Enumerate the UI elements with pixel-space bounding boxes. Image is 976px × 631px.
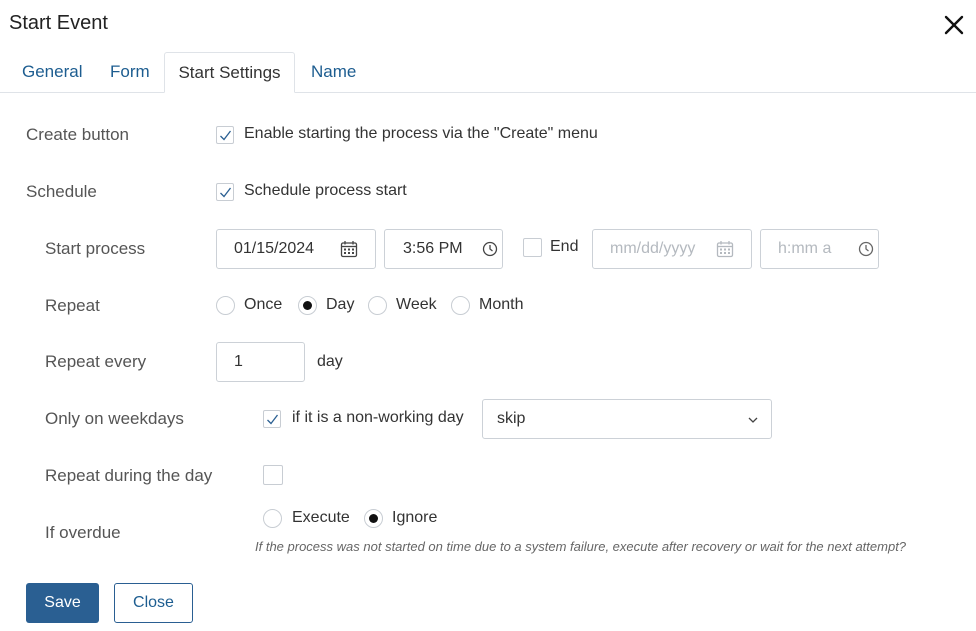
repeat-once-label: Once	[244, 296, 283, 313]
end-checkbox-label: End	[550, 238, 579, 255]
repeat-every-label: Repeat every	[45, 352, 147, 371]
save-button[interactable]: Save	[26, 583, 99, 623]
create-menu-checkbox-label: Enable starting the process via the "Cre…	[244, 125, 598, 142]
repeat-every-value: 1	[234, 353, 243, 370]
schedule-label: Schedule	[26, 182, 97, 201]
schedule-checkbox-label: Schedule process start	[244, 182, 407, 199]
create-menu-checkbox[interactable]	[216, 126, 234, 144]
tabs-divider	[0, 92, 976, 93]
start-date-value: 01/15/2024	[234, 240, 315, 257]
repeat-month-radio[interactable]	[451, 296, 470, 315]
repeat-day-label: Day	[326, 296, 355, 313]
repeat-day-radio[interactable]	[298, 296, 317, 315]
repeat-once-radio[interactable]	[216, 296, 235, 315]
calendar-icon[interactable]	[340, 240, 358, 263]
checkmark-icon	[267, 414, 279, 425]
end-time-input[interactable]: h:mm a	[760, 229, 879, 269]
start-date-input[interactable]: 01/15/2024	[216, 229, 376, 269]
repeat-label: Repeat	[45, 296, 100, 315]
start-process-label: Start process	[45, 239, 146, 258]
non-working-day-select-value: skip	[497, 410, 526, 427]
end-date-input[interactable]: mm/dd/yyyy	[592, 229, 752, 269]
overdue-execute-radio[interactable]	[263, 509, 282, 528]
calendar-icon[interactable]	[716, 240, 734, 263]
overdue-label: If overdue	[45, 523, 121, 542]
repeat-month-label: Month	[479, 296, 524, 313]
checkmark-icon	[220, 187, 232, 198]
repeat-during-day-label: Repeat during the day	[45, 466, 213, 485]
end-time-placeholder: h:mm a	[778, 240, 832, 257]
repeat-week-radio[interactable]	[368, 296, 387, 315]
start-time-input[interactable]: 3:56 PM	[384, 229, 503, 269]
non-working-day-checkbox[interactable]	[263, 410, 281, 428]
tab-form[interactable]: Form	[110, 62, 150, 82]
overdue-hint: If the process was not started on time d…	[255, 539, 907, 554]
create-button-label: Create button	[26, 125, 130, 144]
close-icon[interactable]	[940, 11, 968, 39]
dialog-title: Start Event	[9, 12, 108, 34]
tab-start-settings[interactable]: Start Settings	[164, 52, 295, 93]
tab-name[interactable]: Name	[311, 62, 356, 82]
tab-general[interactable]: General	[22, 62, 82, 82]
checkmark-icon	[220, 130, 232, 141]
repeat-week-label: Week	[396, 296, 437, 313]
end-date-placeholder: mm/dd/yyyy	[610, 240, 696, 257]
overdue-execute-label: Execute	[292, 509, 350, 526]
clock-icon[interactable]	[858, 241, 874, 262]
repeat-during-day-checkbox[interactable]	[263, 465, 283, 485]
non-working-day-label: if it is a non-working day	[292, 409, 464, 426]
schedule-checkbox[interactable]	[216, 183, 234, 201]
overdue-ignore-radio[interactable]	[364, 509, 383, 528]
repeat-every-input[interactable]: 1	[216, 342, 305, 382]
overdue-ignore-label: Ignore	[392, 509, 438, 526]
start-time-value: 3:56 PM	[403, 240, 463, 257]
chevron-down-icon	[747, 413, 759, 431]
close-button[interactable]: Close	[114, 583, 193, 623]
weekdays-label: Only on weekdays	[45, 409, 184, 428]
non-working-day-select[interactable]: skip	[482, 399, 772, 439]
repeat-every-unit: day	[317, 353, 343, 370]
clock-icon[interactable]	[482, 241, 498, 262]
end-checkbox[interactable]	[523, 238, 542, 257]
